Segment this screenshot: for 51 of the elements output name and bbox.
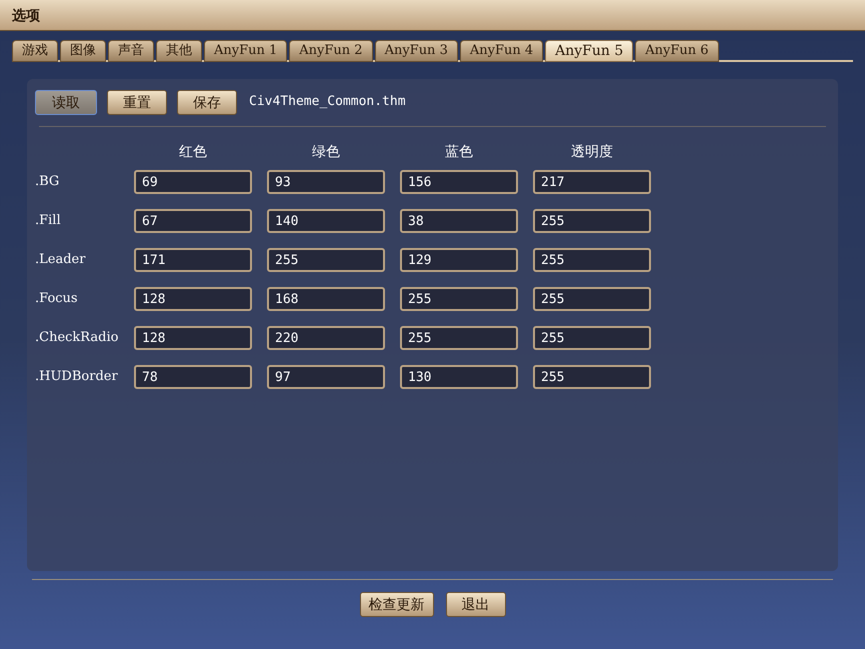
value-field[interactable]: 38 <box>400 209 518 233</box>
value-field[interactable]: 140 <box>267 209 385 233</box>
toolbar-button[interactable]: 保存 <box>177 90 237 114</box>
value-field[interactable]: 255 <box>533 287 651 311</box>
tab[interactable]: 图像 <box>60 40 106 62</box>
value-field[interactable]: 97 <box>267 365 385 389</box>
toolbar-button[interactable]: 重置 <box>107 90 167 114</box>
value-field[interactable]: 129 <box>400 248 518 272</box>
row-label: .CheckRadio <box>35 329 119 348</box>
tab[interactable]: AnyFun 4 <box>460 40 544 62</box>
tab[interactable]: AnyFun 1 <box>204 40 288 62</box>
row-label: .HUDBorder <box>35 368 119 386</box>
value-field[interactable]: 130 <box>400 365 518 389</box>
column-header: 红色 <box>178 142 208 161</box>
row-label: .Leader <box>35 251 86 270</box>
value-field[interactable]: 255 <box>533 209 651 233</box>
value-field[interactable]: 255 <box>400 287 518 311</box>
value-field[interactable]: 171 <box>134 248 252 272</box>
value-field[interactable]: 255 <box>267 248 385 272</box>
tab[interactable]: AnyFun 3 <box>374 40 458 62</box>
footer-button[interactable]: 检查更新 <box>360 592 434 617</box>
tab[interactable]: 声音 <box>108 40 154 62</box>
column-header: 蓝色 <box>444 142 474 161</box>
tab[interactable]: 游戏 <box>12 40 58 62</box>
value-field[interactable]: 67 <box>134 209 252 233</box>
value-field[interactable]: 168 <box>267 287 385 311</box>
column-header: 透明度 <box>570 142 614 161</box>
column-header: 绿色 <box>311 142 341 161</box>
value-field[interactable]: 255 <box>533 326 651 350</box>
value-field[interactable]: 255 <box>400 326 518 350</box>
window-title: 选项 <box>12 6 40 24</box>
tab[interactable]: 其他 <box>156 40 202 62</box>
value-field[interactable]: 128 <box>134 287 252 311</box>
value-field[interactable]: 220 <box>267 326 385 350</box>
row-label: .BG <box>35 173 60 192</box>
file-name: Civ4Theme_Common.thm <box>249 93 406 112</box>
value-field[interactable]: 78 <box>134 365 252 389</box>
tab[interactable]: AnyFun 2 <box>289 40 373 62</box>
row-label: .Fill <box>35 212 62 230</box>
value-field[interactable]: 255 <box>533 365 651 389</box>
value-field[interactable]: 93 <box>267 170 385 194</box>
toolbar-button[interactable]: 读取 <box>35 90 97 114</box>
value-field[interactable]: 128 <box>134 326 252 350</box>
row-label: .Focus <box>35 290 79 308</box>
value-field[interactable]: 217 <box>533 170 651 194</box>
footer-button[interactable]: 退出 <box>446 592 506 617</box>
tab[interactable]: AnyFun 6 <box>635 40 719 62</box>
value-field[interactable]: 69 <box>134 170 252 194</box>
tab[interactable]: AnyFun 5 <box>545 40 634 62</box>
value-field[interactable]: 156 <box>400 170 518 194</box>
value-field[interactable]: 255 <box>533 248 651 272</box>
